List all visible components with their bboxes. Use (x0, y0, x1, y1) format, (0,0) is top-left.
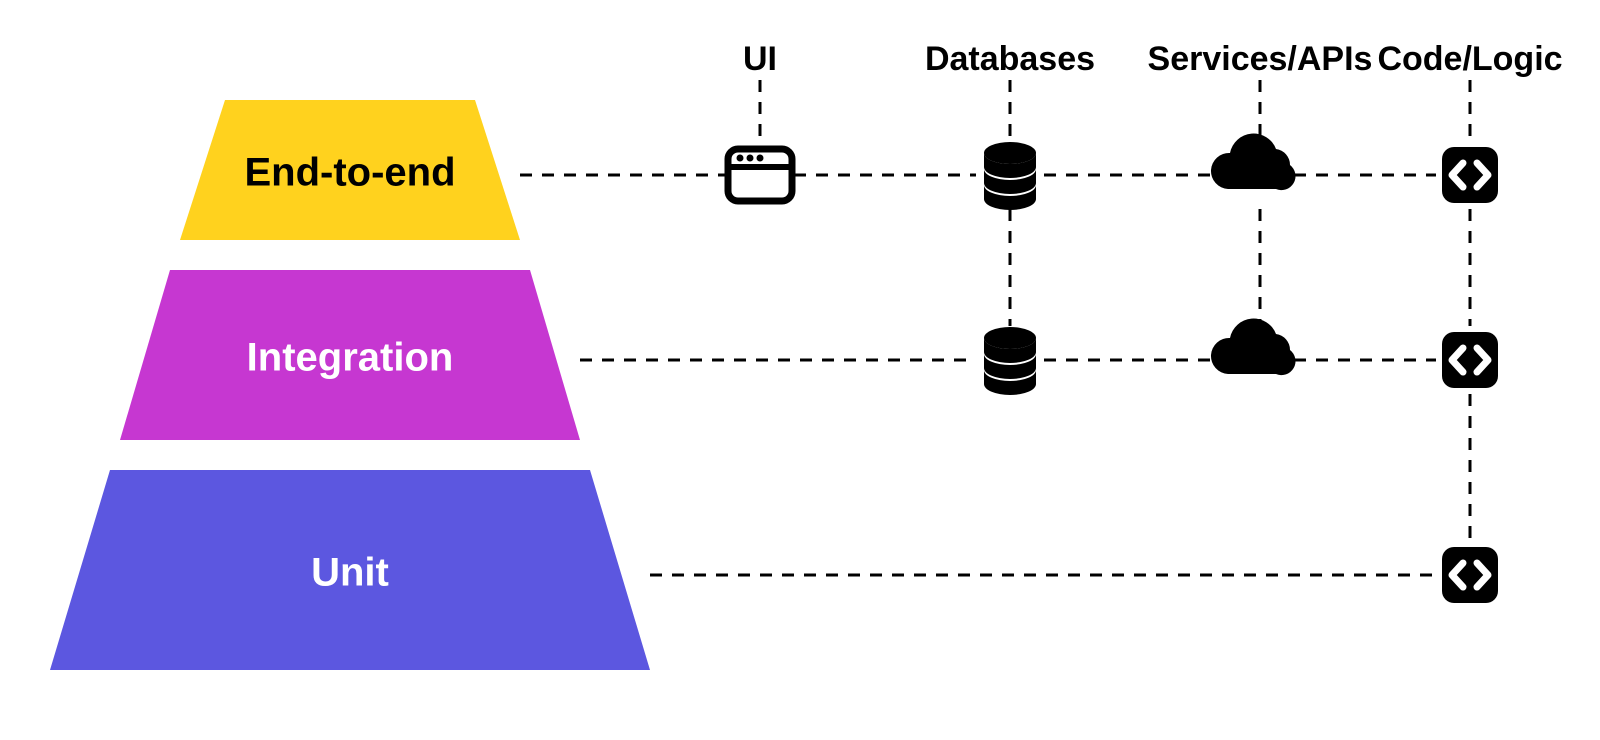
pyramid-label-e2e: End-to-end (244, 151, 455, 195)
pyramid-label-int: Integration (247, 336, 454, 380)
code-icon (1442, 547, 1498, 603)
cloud-icon (1211, 134, 1296, 191)
database-icon (984, 142, 1036, 210)
browser-window-icon (728, 149, 792, 201)
column-header-services: Services/APIs (1148, 40, 1373, 78)
testing-pyramid-diagram: UI Databases Services/APIs Code/Logic En… (0, 0, 1600, 740)
column-header-databases: Databases (925, 40, 1095, 78)
database-icon (984, 327, 1036, 395)
code-icon (1442, 332, 1498, 388)
column-header-code: Code/Logic (1377, 40, 1562, 78)
icon-layer (728, 134, 1498, 603)
column-header-ui: UI (743, 40, 777, 78)
code-icon (1442, 147, 1498, 203)
cloud-icon (1211, 319, 1296, 376)
pyramid-label-unit: Unit (311, 551, 389, 595)
